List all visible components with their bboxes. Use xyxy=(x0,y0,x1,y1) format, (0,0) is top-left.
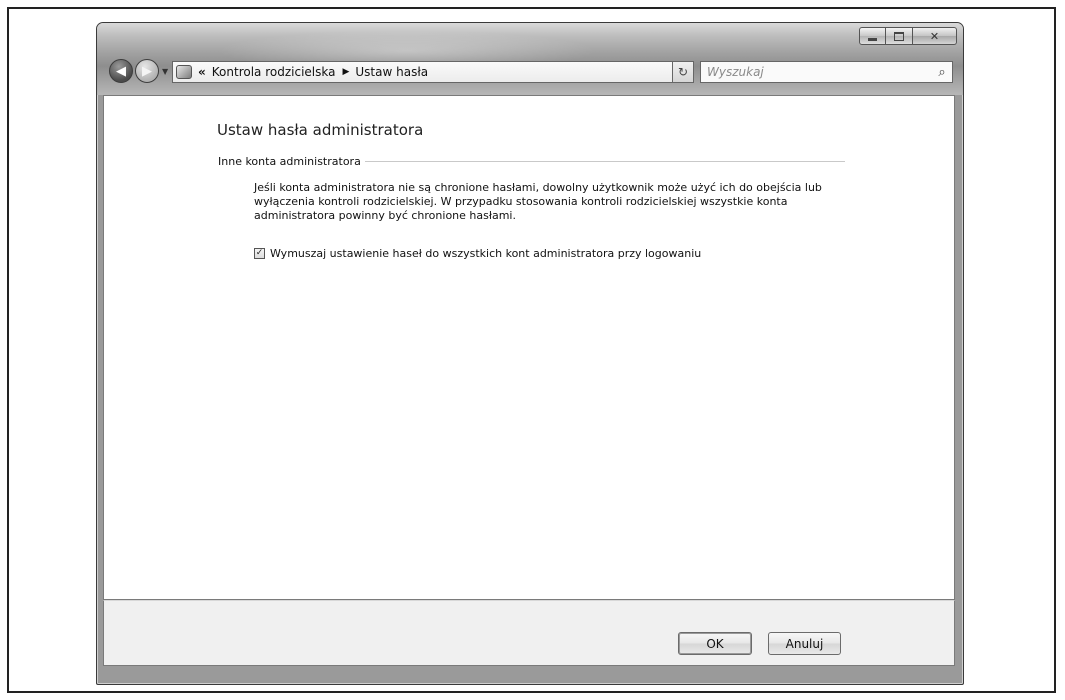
content-pane: Ustaw hasła administratora Inne konta ad… xyxy=(103,95,955,600)
search-box[interactable]: Wyszukaj ⌕ xyxy=(700,61,953,83)
dialog-footer: OK Anuluj xyxy=(103,600,955,666)
window-chrome: ✕ ◀ ▶ ▼ « Kontrola rodzicielska ▶ Ustaw … xyxy=(97,23,963,95)
section-heading: Inne konta administratora xyxy=(218,155,845,168)
refresh-button[interactable]: ↻ xyxy=(672,61,694,83)
arrow-right-icon: ▶ xyxy=(142,63,152,79)
maximize-icon xyxy=(894,31,904,41)
breadcrumb-separator-icon[interactable]: ▶ xyxy=(342,67,349,77)
breadcrumb-set-passwords[interactable]: Ustaw hasła xyxy=(355,65,428,79)
caption-buttons: ✕ xyxy=(859,27,957,47)
forward-button[interactable]: ▶ xyxy=(135,59,159,83)
force-passwords-checkbox[interactable]: ✓ xyxy=(254,248,265,259)
navigation-buttons: ◀ ▶ ▼ xyxy=(109,59,168,83)
breadcrumb-parental-controls[interactable]: Kontrola rodzicielska xyxy=(212,65,336,79)
breadcrumb-overflow[interactable]: « xyxy=(198,65,206,79)
explorer-window: ✕ ◀ ▶ ▼ « Kontrola rodzicielska ▶ Ustaw … xyxy=(96,22,964,685)
back-button[interactable]: ◀ xyxy=(109,59,133,83)
search-icon[interactable]: ⌕ xyxy=(932,65,952,80)
cancel-button[interactable]: Anuluj xyxy=(768,632,841,655)
checkmark-icon: ✓ xyxy=(255,248,264,258)
close-button[interactable]: ✕ xyxy=(913,27,957,45)
ok-button[interactable]: OK xyxy=(678,632,752,655)
refresh-icon: ↻ xyxy=(677,65,689,79)
section-divider xyxy=(364,161,845,162)
address-bar[interactable]: « Kontrola rodzicielska ▶ Ustaw hasła ▼ xyxy=(172,61,693,83)
section-heading-label: Inne konta administratora xyxy=(218,155,361,168)
search-placeholder[interactable]: Wyszukaj xyxy=(707,65,932,79)
page-title: Ustaw hasła administratora xyxy=(217,121,424,139)
minimize-icon xyxy=(868,37,877,41)
recent-pages-dropdown[interactable]: ▼ xyxy=(162,67,168,76)
force-passwords-option[interactable]: ✓ Wymuszaj ustawienie haseł do wszystkic… xyxy=(254,247,701,260)
parental-controls-icon xyxy=(176,65,192,79)
arrow-left-icon: ◀ xyxy=(116,63,126,79)
force-passwords-label[interactable]: Wymuszaj ustawienie haseł do wszystkich … xyxy=(270,247,701,260)
description-text: Jeśli konta administratora nie są chroni… xyxy=(254,181,822,222)
maximize-button[interactable] xyxy=(886,27,913,45)
minimize-button[interactable] xyxy=(859,27,886,45)
close-icon: ✕ xyxy=(929,29,940,43)
